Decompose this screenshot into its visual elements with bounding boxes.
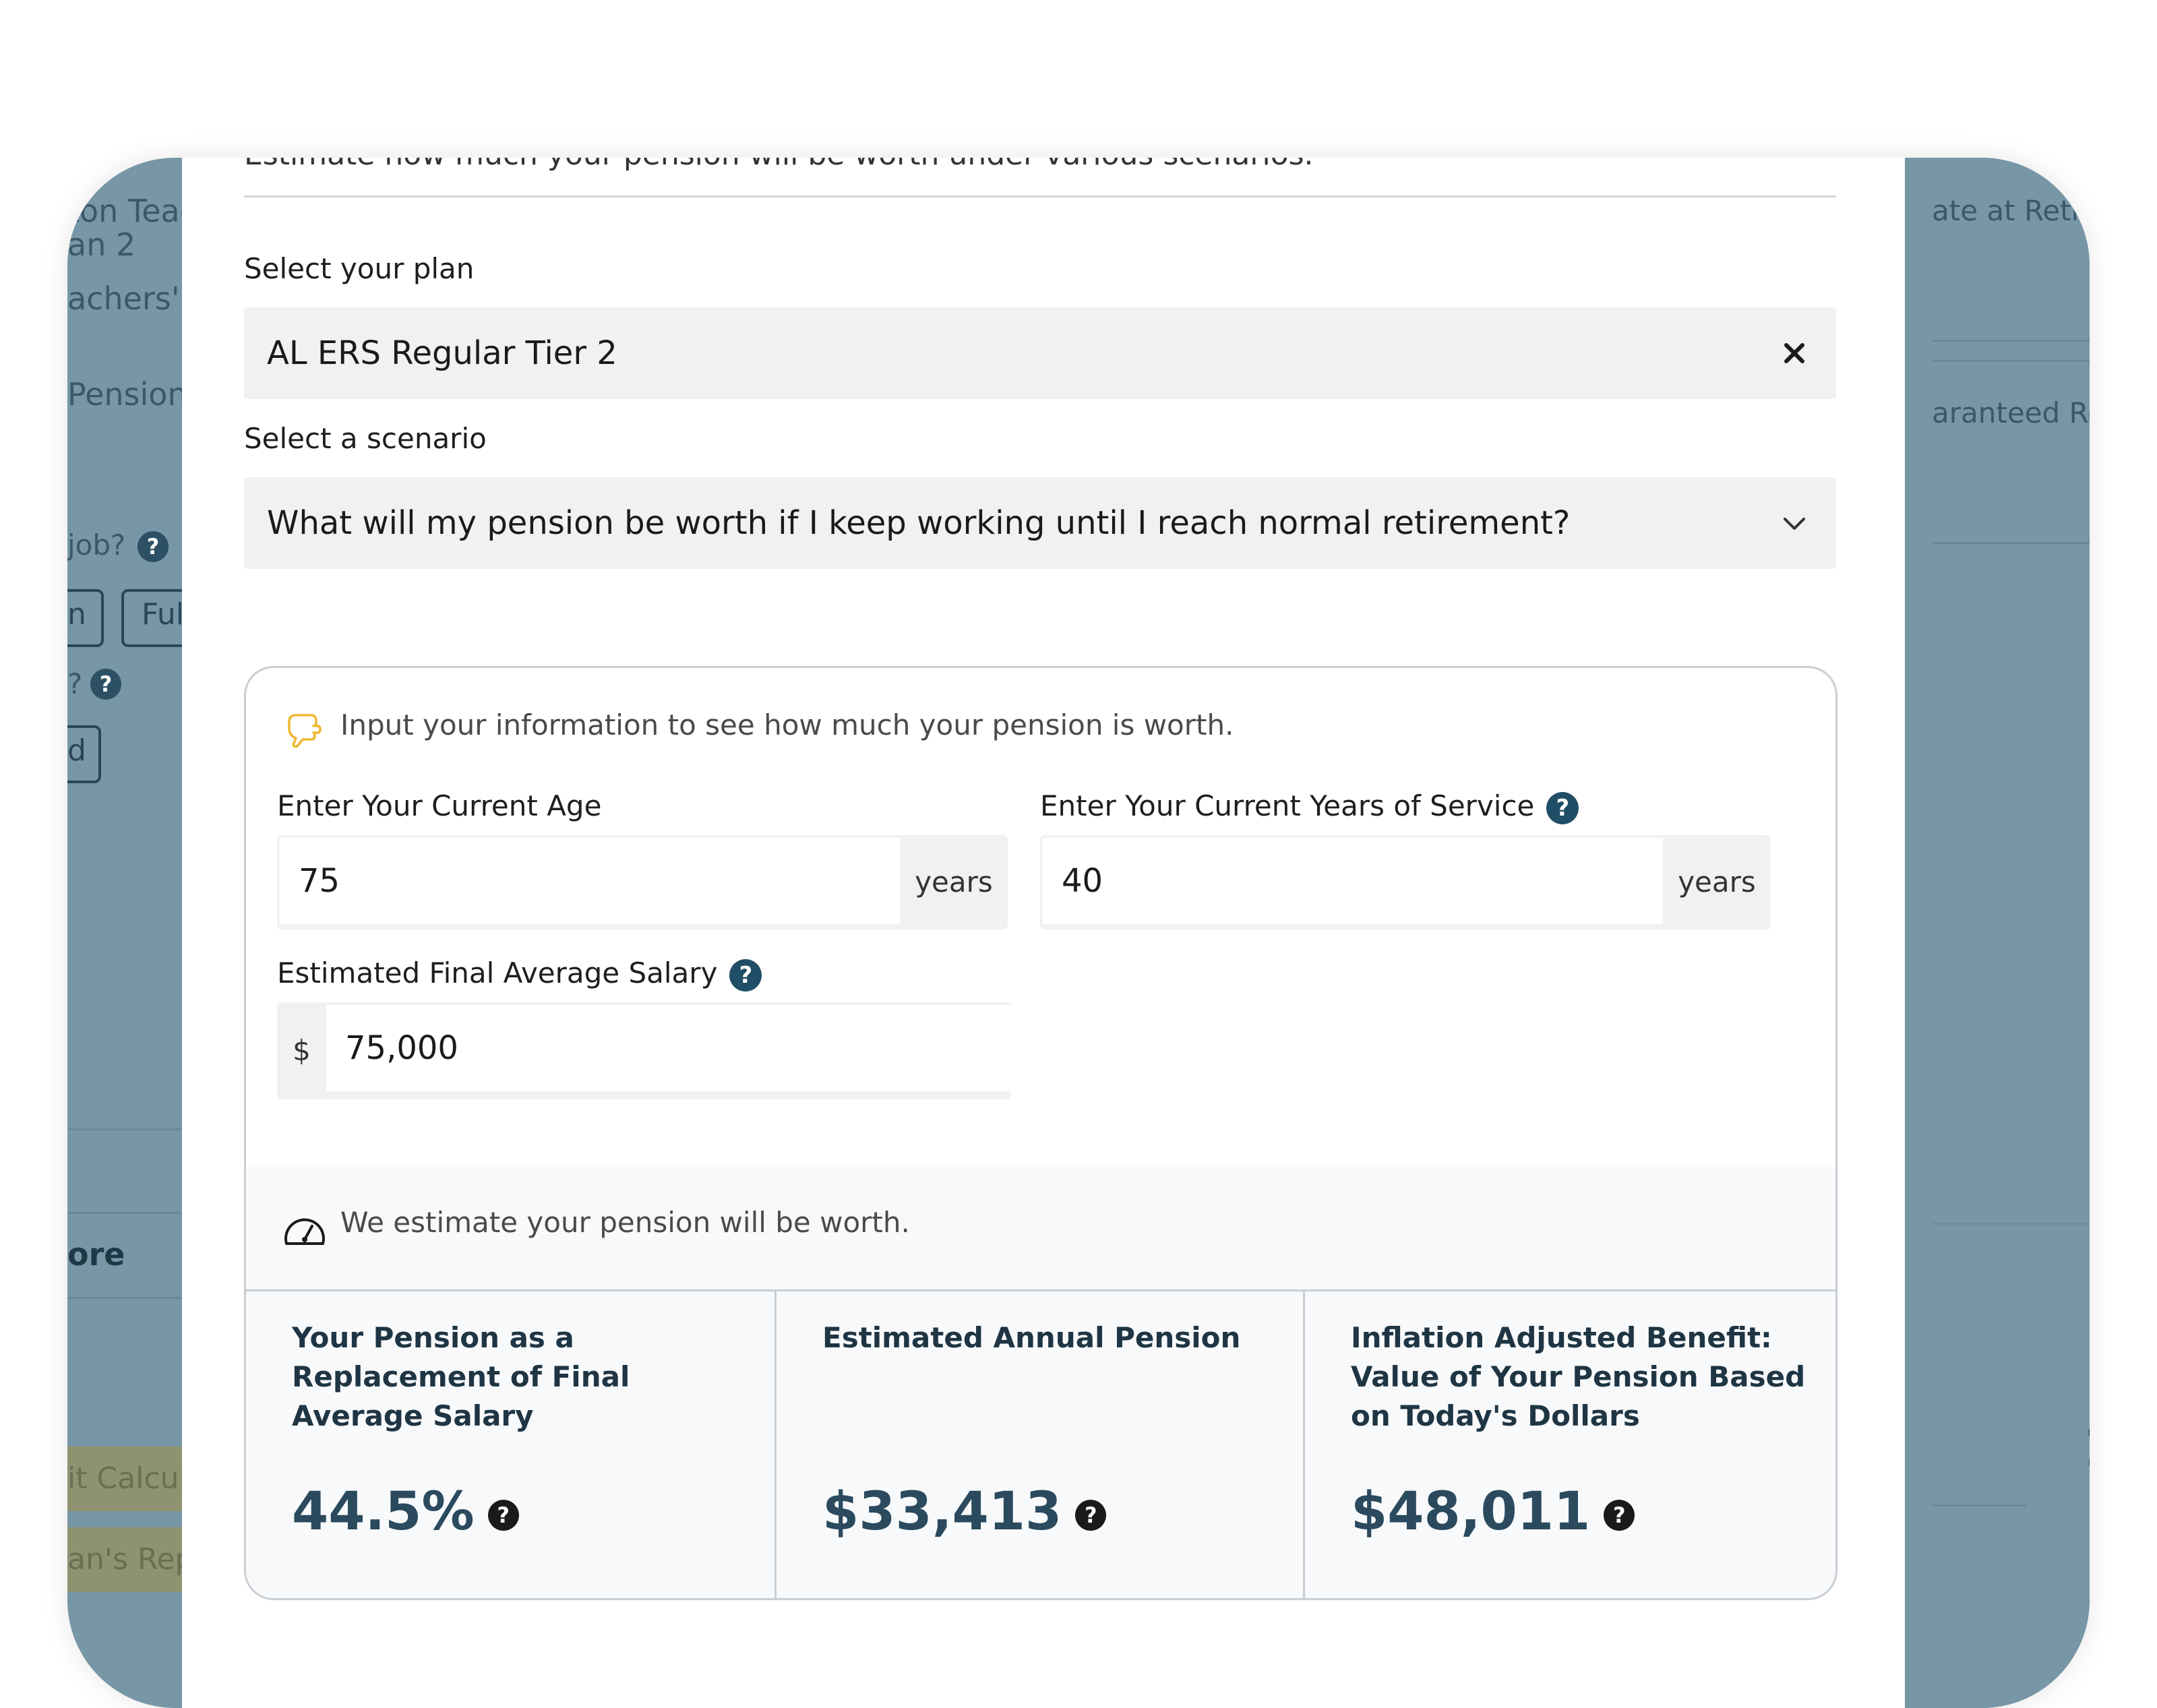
salary-input-group: $ — [277, 1002, 1011, 1099]
bg-pension-label: Pension — [67, 376, 187, 413]
pension-calculator-modal: Estimate how much your pension will be w… — [182, 158, 1905, 1708]
bg-title-line2: an 2 — [67, 226, 136, 263]
bg-title-line1: ton Teac — [67, 193, 198, 229]
result-value: 44.5%? — [292, 1482, 519, 1542]
salary-label: Estimated Final Average Salary? — [277, 956, 762, 992]
pointing-hand-icon — [288, 714, 322, 748]
plan-label: Select your plan — [244, 252, 475, 285]
bg-right-digit: 1 — [2083, 1418, 2090, 1479]
bg-title-line3: achers' — [67, 280, 180, 317]
age-unit: years — [915, 865, 993, 898]
results-section: We estimate your pension will be worth. … — [246, 1167, 1835, 1598]
salary-prefix: $ — [293, 1034, 311, 1067]
bg-right-divider-1 — [1932, 340, 2090, 342]
result-annual-pension: Estimated Annual Pension $33,413? — [774, 1291, 1303, 1598]
bg-report-tab: an's Rep — [67, 1527, 182, 1592]
bg-help-icon-2: ? — [90, 669, 121, 700]
bg-option-button-1: n — [67, 589, 104, 647]
scenario-label: Select a scenario — [244, 422, 487, 455]
bg-help-icon: ? — [138, 531, 169, 562]
bg-job-question: job? — [67, 528, 126, 561]
bg-right-label: aranteed Re — [1932, 396, 2090, 429]
bg-right-divider-2 — [1932, 360, 2090, 362]
age-input-group: years — [277, 835, 1008, 929]
gauge-icon — [284, 1218, 325, 1245]
bg-more-heading: ore — [67, 1236, 125, 1273]
chevron-down-icon[interactable] — [1778, 507, 1811, 539]
pension-input-card: Input your information to see how much y… — [244, 666, 1837, 1600]
results-hint: We estimate your pension will be worth. — [340, 1206, 910, 1239]
bg-option-button-3: d — [67, 725, 101, 783]
help-icon[interactable]: ? — [487, 1499, 519, 1531]
result-replacement: Your Pension as a Replacement of Final A… — [246, 1291, 774, 1598]
plan-select-value: AL ERS Regular Tier 2 — [267, 334, 617, 372]
device-frame: ton Teac an 2 achers' Pension job? ? n F… — [67, 158, 2090, 1708]
bg-right-divider-3 — [1932, 542, 2090, 544]
result-value: $33,413? — [822, 1482, 1107, 1542]
service-unit: years — [1678, 865, 1756, 898]
bg-question-2: ? — [67, 667, 83, 700]
bg-divider-2 — [67, 1212, 182, 1214]
modal-divider — [244, 195, 1836, 197]
service-input[interactable] — [1043, 838, 1663, 924]
scenario-select[interactable]: What will my pension be worth if I keep … — [244, 477, 1836, 569]
salary-help-icon[interactable]: ? — [729, 958, 762, 992]
age-input[interactable] — [280, 838, 900, 924]
form-hint: Input your information to see how much y… — [340, 708, 1234, 741]
service-help-icon[interactable]: ? — [1546, 791, 1579, 824]
modal-subtitle: Estimate how much your pension will be w… — [244, 158, 1314, 172]
service-label: Enter Your Current Years of Service? — [1040, 789, 1579, 824]
bg-divider-1 — [67, 1128, 182, 1130]
salary-input[interactable] — [326, 1005, 1011, 1091]
help-icon[interactable]: ? — [1604, 1499, 1635, 1531]
bg-calculator-tab: it Calcula — [67, 1446, 182, 1511]
help-icon[interactable]: ? — [1075, 1499, 1107, 1531]
result-value: $48,011? — [1351, 1482, 1635, 1542]
result-inflation-adjusted: Inflation Adjusted Benefit: Value of You… — [1303, 1291, 1835, 1598]
plan-select[interactable]: AL ERS Regular Tier 2 — [244, 307, 1836, 399]
clear-icon[interactable] — [1778, 337, 1811, 369]
bg-right-heading: ate at Retir — [1932, 194, 2090, 227]
results-grid: Your Pension as a Replacement of Final A… — [246, 1289, 1835, 1598]
bg-right-divider-5 — [1932, 1504, 2026, 1506]
age-label: Enter Your Current Age — [277, 789, 602, 822]
scenario-select-value: What will my pension be worth if I keep … — [267, 504, 1571, 542]
result-title: Your Pension as a Replacement of Final A… — [292, 1321, 630, 1432]
result-title: Estimated Annual Pension — [822, 1321, 1241, 1354]
background-page-right: ate at Retir aranteed Re 1 — [1932, 158, 2090, 1708]
bg-right-divider-4 — [1932, 1223, 2090, 1225]
result-title: Inflation Adjusted Benefit: Value of You… — [1351, 1321, 1806, 1432]
bg-divider-3 — [67, 1297, 182, 1299]
service-input-group: years — [1040, 835, 1771, 929]
